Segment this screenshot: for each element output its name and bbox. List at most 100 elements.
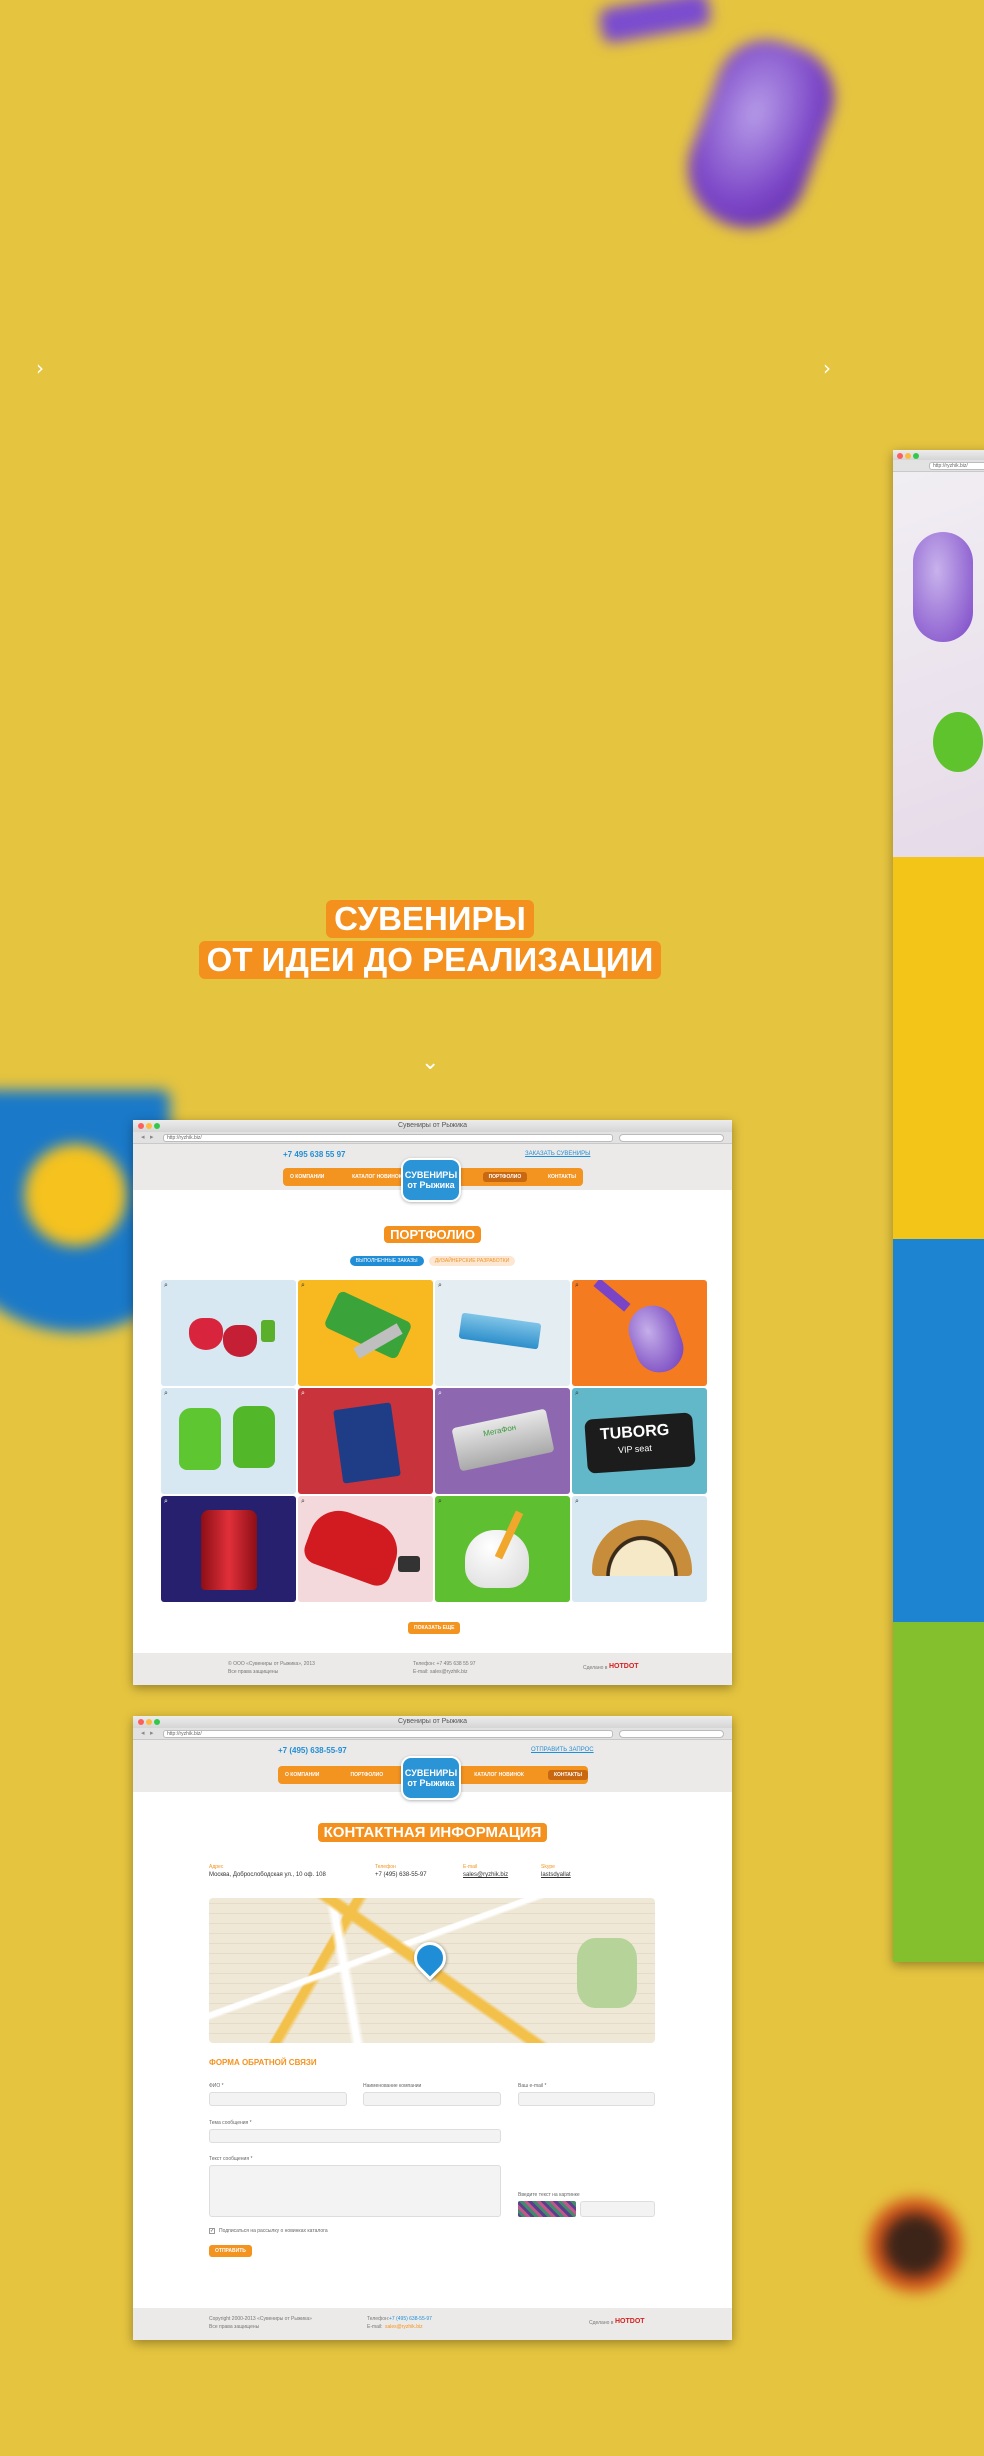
back-icon[interactable]: ◂: [141, 1729, 145, 1737]
message-label: Текст сообщения *: [209, 2156, 253, 2162]
footer-email-label: E-mail:: [367, 2324, 383, 2330]
company-label: Наименование компании: [363, 2083, 422, 2089]
contacts-title: КОНТАКТНАЯ ИНФОРМАЦИЯ: [133, 1823, 732, 1842]
green-park-area: [577, 1938, 637, 2008]
forward-icon[interactable]: ▸: [150, 1729, 154, 1737]
footer-phone: +7 (495) 638-55-97: [389, 2316, 432, 2322]
address-bar[interactable]: http://ryzhik.biz/: [163, 1730, 613, 1738]
zoom-icon[interactable]: ⌕: [438, 1282, 442, 1290]
window-title-bar: Сувениры от Рыжика: [133, 1716, 732, 1728]
order-souvenirs-link[interactable]: ЗАКАЗАТЬ СУВЕНИРЫ: [525, 1151, 590, 1157]
portfolio-item-multitool[interactable]: ⌕: [298, 1280, 433, 1386]
contact-skype-value[interactable]: lastsdyallat: [541, 1872, 571, 1878]
footer-copyright: © ООО «Сувениры от Рыжика», 2013: [228, 1661, 315, 1667]
right-panel-green: [893, 1622, 984, 1962]
portfolio-browser-window: Сувениры от Рыжика ◂ ▸ http://ryzhik.biz…: [133, 1120, 732, 1685]
portfolio-item-strawberries[interactable]: ⌕: [161, 1280, 296, 1386]
zoom-icon[interactable]: ⌕: [164, 1390, 168, 1398]
site-logo[interactable]: СУВЕНИРЫ от Рыжика: [401, 1158, 461, 1202]
footer-phone-label: Телефон:: [367, 2316, 390, 2322]
zoom-icon[interactable]: ⌕: [575, 1390, 579, 1398]
hero-title-line1: СУВЕНИРЫ: [326, 900, 534, 938]
footer-email: E-mail: sales@ryzhik.biz: [413, 1669, 468, 1675]
zoom-icon[interactable]: ⌕: [301, 1282, 305, 1290]
captcha-input[interactable]: [580, 2201, 655, 2217]
footer-email[interactable]: sales@ryzhik.biz: [385, 2324, 423, 2330]
footer-made-by: Сделано в: [583, 1665, 608, 1671]
email-input[interactable]: [518, 2092, 655, 2106]
zoom-icon[interactable]: ⌕: [164, 1498, 168, 1506]
show-more-button[interactable]: ПОКАЗАТЬ ЕЩЕ: [408, 1622, 461, 1634]
email-label: Ваш e-mail *: [518, 2083, 547, 2089]
zoom-icon[interactable]: ⌕: [164, 1282, 168, 1290]
slider-prev-arrow[interactable]: ›: [36, 356, 44, 380]
hotdot-logo[interactable]: HOTDOT: [615, 2318, 645, 2325]
blurred-mouse-decoration: [671, 25, 849, 245]
window-title-bar: Сувениры от Рыжика: [133, 1120, 732, 1132]
zoom-icon[interactable]: ⌕: [301, 1498, 305, 1506]
back-icon[interactable]: ◂: [141, 1133, 145, 1141]
forward-icon[interactable]: ▸: [150, 1133, 154, 1141]
portfolio-item-mouse[interactable]: ⌕: [572, 1280, 707, 1386]
portfolio-item-megafon[interactable]: ⌕ МегаФон: [435, 1388, 570, 1494]
site-footer: © ООО «Сувениры от Рыжика», 2013 Все пра…: [133, 1653, 732, 1685]
subject-input[interactable]: [209, 2129, 501, 2143]
subscribe-label: Подписаться на рассылку о новинках катал…: [219, 2228, 328, 2234]
menu-item-portfolio[interactable]: ПОРТФОЛИО: [343, 1772, 390, 1778]
menu-item-catalog[interactable]: КАТАЛОГ НОВИНОК: [345, 1174, 409, 1180]
hotdot-logo[interactable]: HOTDOT: [609, 1663, 639, 1670]
slider-next-arrow[interactable]: ›: [823, 356, 831, 380]
right-panel-blue: [893, 1239, 984, 1622]
portfolio-item-fan[interactable]: ⌕: [572, 1496, 707, 1602]
portfolio-item-gloves[interactable]: ⌕: [161, 1388, 296, 1494]
portfolio-grid: ⌕ ⌕ ⌕ ⌕ ⌕ ⌕ ⌕ МегаФон ⌕ TUBORG VIP seat …: [161, 1280, 709, 1602]
right-browser-window: http://ryzhik.biz/: [893, 450, 984, 1962]
message-textarea[interactable]: [209, 2165, 501, 2217]
fio-label: ФИО *: [209, 2083, 224, 2089]
menu-item-portfolio[interactable]: ПОРТФОЛИО: [482, 1172, 528, 1182]
tab-completed-orders[interactable]: ВЫПОЛНЕННЫЕ ЗАКАЗЫ: [349, 1256, 424, 1266]
footer-made-by: Сделано в: [589, 2320, 614, 2326]
window-title: Сувениры от Рыжика: [397, 1122, 468, 1129]
portfolio-item-tooth[interactable]: ⌕: [435, 1496, 570, 1602]
zoom-icon[interactable]: ⌕: [438, 1390, 442, 1398]
menu-item-about[interactable]: О КОМПАНИИ: [278, 1772, 326, 1778]
portfolio-item-car[interactable]: ⌕: [298, 1496, 433, 1602]
subscribe-checkbox[interactable]: ✓: [209, 2228, 215, 2234]
menu-item-about[interactable]: О КОМПАНИИ: [283, 1174, 331, 1180]
scroll-down-icon[interactable]: ⌄: [421, 1050, 439, 1075]
site-header: +7 495 638 55 97 ЗАКАЗАТЬ СУВЕНИРЫ О КОМ…: [133, 1144, 732, 1202]
browser-search-field[interactable]: [619, 1134, 724, 1142]
zoom-icon[interactable]: ⌕: [301, 1390, 305, 1398]
portfolio-item-notebook[interactable]: ⌕: [298, 1388, 433, 1494]
map-pin-icon[interactable]: [407, 1935, 453, 1981]
right-url-field[interactable]: http://ryzhik.biz/: [929, 462, 984, 470]
site-logo[interactable]: СУВЕНИРЫ от Рыжика: [401, 1756, 461, 1800]
zoom-icon[interactable]: ⌕: [575, 1498, 579, 1506]
location-map[interactable]: [209, 1898, 655, 2043]
portfolio-tabs: ВЫПОЛНЕННЫЕ ЗАКАЗЫ ДИЗАЙНЕРСКИЕ РАЗРАБОТ…: [133, 1256, 732, 1266]
menu-item-contacts[interactable]: КОНТАКТЫ: [547, 1770, 588, 1780]
window-title: Сувениры от Рыжика: [397, 1718, 468, 1725]
company-input[interactable]: [363, 2092, 501, 2106]
footer-rights: Все права защищены: [228, 1669, 279, 1675]
captcha-label: Введите текст на картинке: [518, 2192, 580, 2198]
contact-phone-label: Телефон: [375, 1864, 396, 1870]
submit-button[interactable]: ОТПРАВИТЬ: [209, 2245, 252, 2257]
send-request-link[interactable]: ОТПРАВИТЬ ЗАПРОС: [531, 1747, 594, 1753]
portfolio-item-usb-case[interactable]: ⌕: [435, 1280, 570, 1386]
portfolio-item-kettle[interactable]: ⌕: [161, 1496, 296, 1602]
portfolio-item-tuborg[interactable]: ⌕ TUBORG VIP seat: [572, 1388, 707, 1494]
contacts-browser-window: Сувениры от Рыжика ◂ ▸ http://ryzhik.biz…: [133, 1716, 732, 2340]
menu-item-catalog[interactable]: КАТАЛОГ НОВИНОК: [467, 1772, 531, 1778]
zoom-icon[interactable]: ⌕: [438, 1498, 442, 1506]
zoom-icon[interactable]: ⌕: [575, 1282, 579, 1290]
contact-email-value[interactable]: sales@ryzhik.biz: [463, 1872, 508, 1878]
address-bar[interactable]: http://ryzhik.biz/: [163, 1134, 613, 1142]
menu-item-contacts[interactable]: КОНТАКТЫ: [541, 1174, 583, 1180]
header-phone: +7 495 638 55 97: [283, 1150, 346, 1159]
browser-search-field[interactable]: [619, 1730, 724, 1738]
right-panel-purple: [893, 472, 984, 857]
fio-input[interactable]: [209, 2092, 347, 2106]
tab-design-developments[interactable]: ДИЗАЙНЕРСКИЕ РАЗРАБОТКИ: [428, 1256, 516, 1266]
